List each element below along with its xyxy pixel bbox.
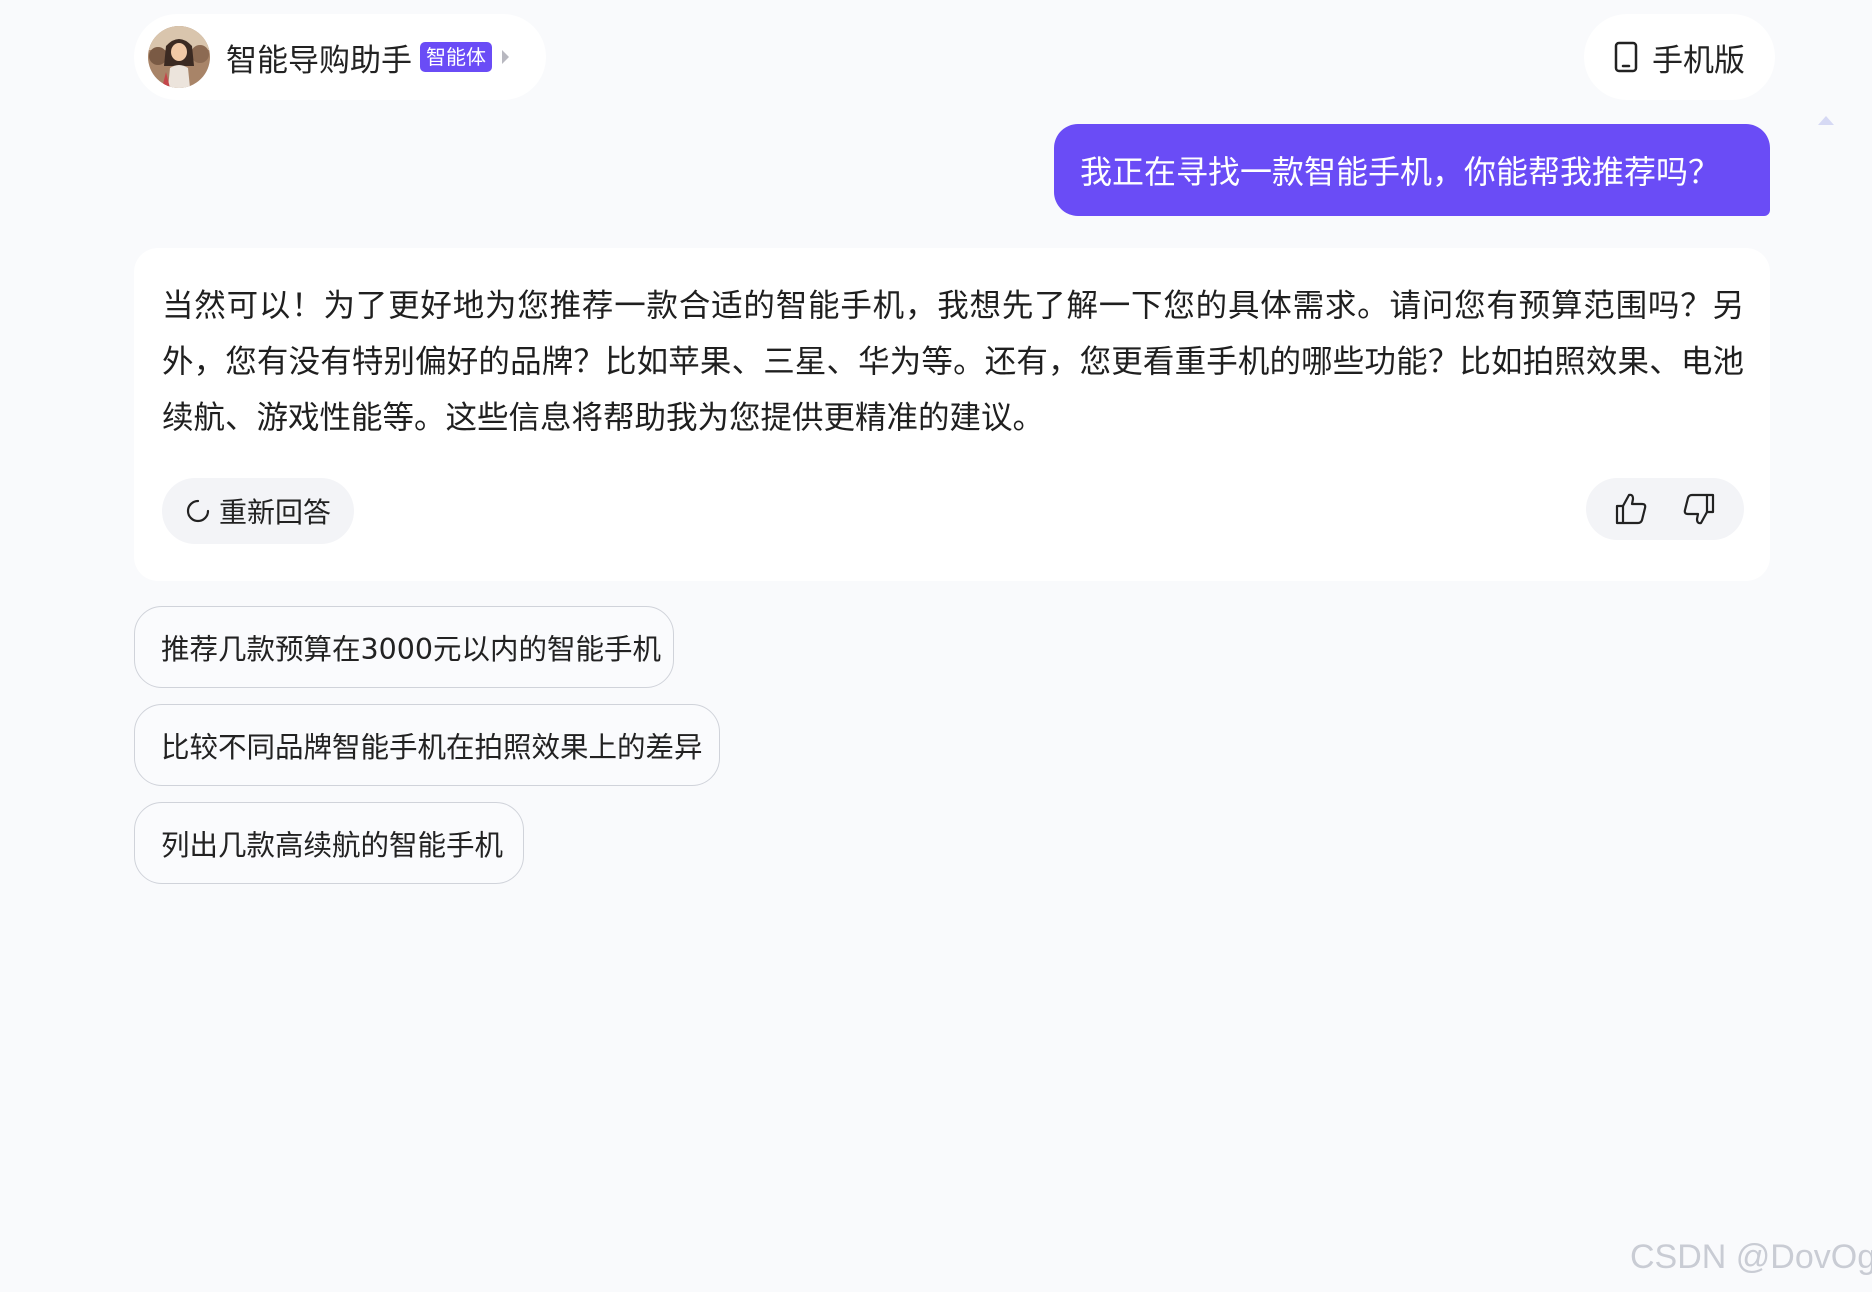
refresh-icon [186,499,210,523]
mobile-version-label: 手机版 [1652,42,1745,79]
user-message-text: 我正在寻找一款智能手机，你能帮我推荐吗？ [1080,153,1721,191]
assistant-message-card: 当然可以！为了更好地为您推荐一款合适的智能手机，我想先了解一下您的具体需求。请问… [134,248,1770,581]
suggestion-chip[interactable]: 比较不同品牌智能手机在拍照效果上的差异 [134,704,720,786]
regenerate-button[interactable]: 重新回答 [162,478,354,544]
suggestion-label: 推荐几款预算在3000元以内的智能手机 [161,632,662,666]
suggestion-chip[interactable]: 列出几款高续航的智能手机 [134,802,524,884]
thumbs-up-icon [1616,493,1647,525]
watermark: CSDN @DovOg [1630,1238,1872,1276]
suggestion-label: 比较不同品牌智能手机在拍照效果上的差异 [161,730,703,764]
like-button[interactable] [1609,487,1653,531]
agent-name: 智能导购助手 [226,42,412,79]
agent-badge: 智能体 [420,42,492,72]
feedback-group [1586,478,1744,540]
caret-right-icon [502,50,509,64]
assistant-message-text: 当然可以！为了更好地为您推荐一款合适的智能手机，我想先了解一下您的具体需求。请问… [162,288,1744,436]
agent-avatar [148,26,210,88]
mobile-version-button[interactable]: 手机版 [1584,14,1775,100]
regenerate-label: 重新回答 [218,496,331,529]
dislike-button[interactable] [1677,487,1721,531]
user-message-bubble: 我正在寻找一款智能手机，你能帮我推荐吗？ [1054,124,1770,216]
thumbs-down-icon [1683,493,1714,525]
suggestion-label: 列出几款高续航的智能手机 [161,828,504,862]
phone-icon [1614,41,1638,73]
chat-page: 智能导购助手 智能体 手机版 我正在寻找一款智能手机，你能帮我推荐吗？ 当然可以… [0,0,1872,1292]
scroll-top-indicator[interactable] [1818,116,1834,125]
suggestion-chip[interactable]: 推荐几款预算在3000元以内的智能手机 [134,606,674,688]
agent-header[interactable]: 智能导购助手 智能体 [134,14,546,100]
